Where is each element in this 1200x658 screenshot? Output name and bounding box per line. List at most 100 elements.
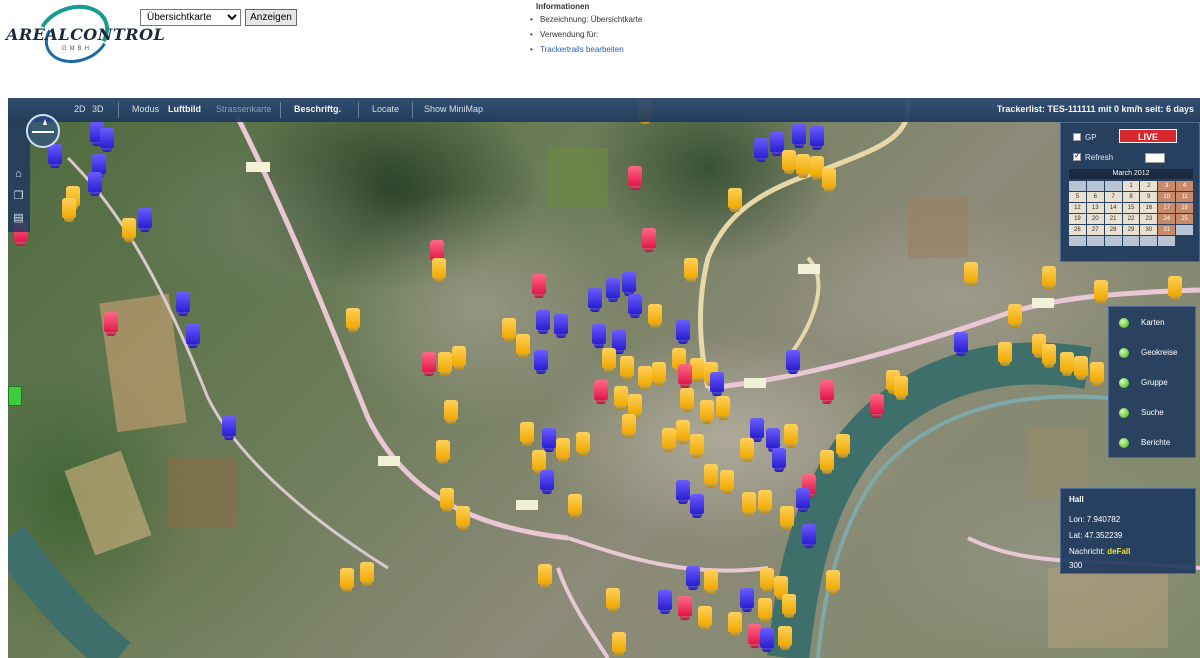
vehicle-marker-yellow[interactable] bbox=[662, 428, 676, 448]
vehicle-marker-blue[interactable] bbox=[766, 428, 780, 448]
vehicle-marker-yellow[interactable] bbox=[1042, 344, 1056, 364]
vehicle-marker-yellow[interactable] bbox=[1042, 266, 1056, 286]
gps-checkbox[interactable] bbox=[1073, 133, 1081, 141]
vehicle-marker-yellow[interactable] bbox=[680, 388, 694, 408]
vehicle-marker-yellow[interactable] bbox=[340, 568, 354, 588]
vehicle-marker-blue[interactable] bbox=[754, 138, 768, 158]
vehicle-marker-yellow[interactable] bbox=[1168, 276, 1182, 296]
vehicle-marker-yellow[interactable] bbox=[1094, 280, 1108, 300]
vehicle-marker-red[interactable] bbox=[422, 352, 436, 372]
vehicle-marker-blue[interactable] bbox=[542, 428, 556, 448]
vehicle-marker-blue[interactable] bbox=[534, 350, 548, 370]
vehicle-marker-yellow[interactable] bbox=[614, 386, 628, 406]
calendar-day[interactable]: 18 bbox=[1176, 203, 1193, 213]
vehicle-marker-blue[interactable] bbox=[606, 278, 620, 298]
calendar-day[interactable]: 12 bbox=[1069, 203, 1086, 213]
vehicle-marker-blue[interactable] bbox=[588, 288, 602, 308]
vehicle-marker-yellow[interactable] bbox=[602, 348, 616, 368]
vehicle-marker-blue[interactable] bbox=[686, 566, 700, 586]
vehicle-marker-yellow[interactable] bbox=[432, 258, 446, 278]
calendar-day[interactable]: 24 bbox=[1158, 214, 1176, 224]
calendar-header[interactable]: March 2012 bbox=[1069, 169, 1193, 179]
vehicle-marker-yellow[interactable] bbox=[1008, 304, 1022, 324]
vehicle-marker-blue[interactable] bbox=[676, 320, 690, 340]
menu-maps-button[interactable]: Karten bbox=[1117, 313, 1193, 333]
vehicle-marker-yellow[interactable] bbox=[440, 488, 454, 508]
menu-geofences-button[interactable]: Geokreise bbox=[1117, 343, 1193, 363]
calendar-day[interactable]: 25 bbox=[1176, 214, 1193, 224]
vehicle-marker-blue[interactable] bbox=[554, 314, 568, 334]
vehicle-marker-blue[interactable] bbox=[176, 292, 190, 312]
vehicle-marker-yellow[interactable] bbox=[728, 188, 742, 208]
vehicle-marker-blue[interactable] bbox=[770, 132, 784, 152]
vehicle-marker-yellow[interactable] bbox=[520, 422, 534, 442]
calendar-day[interactable]: 26 bbox=[1069, 225, 1086, 235]
vehicle-marker-yellow[interactable] bbox=[568, 494, 582, 514]
vehicle-marker-yellow[interactable] bbox=[62, 198, 76, 218]
vehicle-marker-yellow[interactable] bbox=[740, 438, 754, 458]
vehicle-marker-blue[interactable] bbox=[954, 332, 968, 352]
menu-search-button[interactable]: Suche bbox=[1117, 403, 1193, 423]
vehicle-marker-yellow[interactable] bbox=[820, 450, 834, 470]
vehicle-marker-blue[interactable] bbox=[138, 208, 152, 228]
vehicle-marker-yellow[interactable] bbox=[698, 606, 712, 626]
calendar-day[interactable]: 8 bbox=[1122, 192, 1140, 202]
calendar-day[interactable]: 20 bbox=[1086, 214, 1104, 224]
vehicle-marker-yellow[interactable] bbox=[622, 414, 636, 434]
vehicle-marker-blue[interactable] bbox=[792, 124, 806, 144]
satellite-map[interactable]: 2D 3D Modus Luftbild Strassenkarte Besch… bbox=[8, 98, 1200, 658]
vehicle-marker-red[interactable] bbox=[820, 380, 834, 400]
vehicle-marker-red[interactable] bbox=[104, 312, 118, 332]
calendar-day[interactable]: 14 bbox=[1104, 203, 1122, 213]
show-button[interactable]: Anzeigen bbox=[245, 9, 297, 26]
vehicle-marker-yellow[interactable] bbox=[1090, 362, 1104, 382]
calendar-day[interactable]: 27 bbox=[1086, 225, 1104, 235]
calendar-day[interactable]: 4 bbox=[1176, 181, 1193, 191]
toolbar-2d-button[interactable]: 2D bbox=[74, 104, 86, 114]
vehicle-marker-blue[interactable] bbox=[810, 126, 824, 146]
calendar-day[interactable]: 31 bbox=[1158, 225, 1176, 235]
vehicle-marker-yellow[interactable] bbox=[1074, 356, 1088, 376]
vehicle-marker-yellow[interactable] bbox=[700, 400, 714, 420]
vehicle-marker-blue[interactable] bbox=[48, 144, 62, 164]
calendar-day[interactable]: 30 bbox=[1140, 225, 1158, 235]
vehicle-marker-yellow[interactable] bbox=[716, 396, 730, 416]
info-item-edit-link[interactable]: Trackertrails bearbeiten bbox=[530, 45, 642, 54]
calendar-day[interactable]: 29 bbox=[1122, 225, 1140, 235]
layers-icon[interactable]: ❐ bbox=[12, 190, 25, 203]
menu-reports-button[interactable]: Berichte bbox=[1117, 433, 1193, 453]
vehicle-marker-yellow[interactable] bbox=[836, 434, 850, 454]
vehicle-marker-yellow[interactable] bbox=[704, 570, 718, 590]
vehicle-marker-blue[interactable] bbox=[710, 372, 724, 392]
vehicle-marker-red[interactable] bbox=[642, 228, 656, 248]
vehicle-marker-yellow[interactable] bbox=[774, 576, 788, 596]
vehicle-marker-yellow[interactable] bbox=[720, 470, 734, 490]
calendar-day[interactable]: 11 bbox=[1176, 192, 1193, 202]
refresh-interval-input[interactable] bbox=[1145, 153, 1165, 163]
home-icon[interactable]: ⌂ bbox=[12, 168, 25, 181]
vehicle-marker-yellow[interactable] bbox=[826, 570, 840, 590]
vehicle-marker-yellow[interactable] bbox=[796, 154, 810, 174]
vehicle-marker-yellow[interactable] bbox=[894, 376, 908, 396]
calendar-day[interactable]: 5 bbox=[1069, 192, 1086, 202]
vehicle-marker-blue[interactable] bbox=[100, 128, 114, 148]
vehicle-marker-yellow[interactable] bbox=[556, 438, 570, 458]
toolbar-mode-button[interactable]: Modus bbox=[132, 104, 159, 114]
vehicle-marker-yellow[interactable] bbox=[690, 358, 704, 378]
menu-group-button[interactable]: Gruppe bbox=[1117, 373, 1193, 393]
toolbar-labels-button[interactable]: Beschriftg. bbox=[294, 104, 341, 114]
vehicle-marker-yellow[interactable] bbox=[780, 506, 794, 526]
toolbar-street-button[interactable]: Strassenkarte bbox=[216, 104, 272, 114]
vehicle-marker-yellow[interactable] bbox=[612, 632, 626, 652]
calendar-day[interactable]: 28 bbox=[1104, 225, 1122, 235]
vehicle-marker-blue[interactable] bbox=[628, 294, 642, 314]
vehicle-marker-red[interactable] bbox=[678, 364, 692, 384]
vehicle-marker-blue[interactable] bbox=[760, 628, 774, 648]
vehicle-marker-yellow[interactable] bbox=[452, 346, 466, 366]
vehicle-marker-yellow[interactable] bbox=[538, 564, 552, 584]
vehicle-marker-yellow[interactable] bbox=[676, 420, 690, 440]
vehicle-marker-blue[interactable] bbox=[796, 488, 810, 508]
vehicle-marker-blue[interactable] bbox=[222, 416, 236, 436]
toolbar-locate-button[interactable]: Locate bbox=[372, 104, 399, 114]
vehicle-marker-yellow[interactable] bbox=[782, 594, 796, 614]
